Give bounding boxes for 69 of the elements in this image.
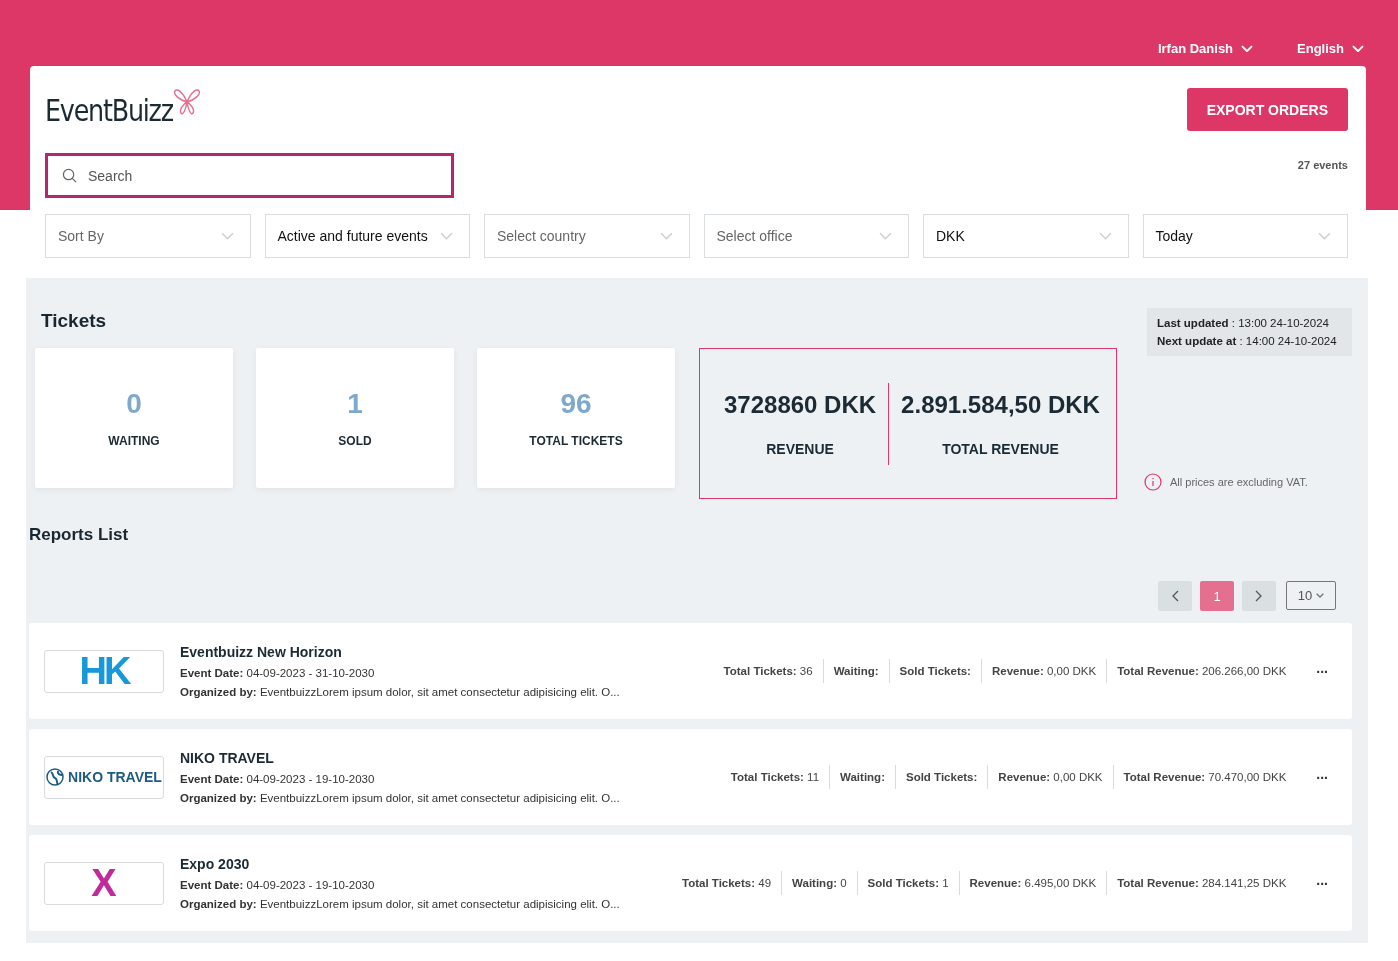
organizer-logo: X xyxy=(44,861,164,905)
eventbuizz-logo: EventBuizz xyxy=(45,88,201,128)
event-stat: Sold Tickets: xyxy=(888,659,981,683)
filter-dropdown[interactable]: Select country xyxy=(484,214,690,258)
event-name: Eventbuizz New Horizon xyxy=(180,644,343,660)
event-date: Event Date: 04-09-2023 - 31-10-2030 xyxy=(180,667,376,679)
chevron-down-icon xyxy=(1241,44,1254,53)
stat-card: 96 TOTAL TICKETS xyxy=(477,348,675,488)
event-stat: Waiting: 0 xyxy=(781,871,857,895)
event-stat: Total Tickets: 11 xyxy=(729,770,821,785)
event-stat: Total Tickets: 49 xyxy=(681,876,773,891)
revenue-value: 2.891.584,50 DKK xyxy=(901,390,1100,419)
filter-dropdown[interactable]: Sort By xyxy=(45,214,251,258)
language-menu[interactable]: English xyxy=(1297,41,1364,56)
revenue-label: REVENUE xyxy=(766,440,834,457)
event-stat: Waiting: xyxy=(822,659,889,683)
next-page-button[interactable] xyxy=(1242,581,1276,611)
revenue-label: TOTAL REVENUE xyxy=(942,440,1059,457)
event-stat: Sold Tickets: 1 xyxy=(856,871,959,895)
previous-page-button[interactable] xyxy=(1158,581,1192,611)
stat-card: 1 SOLD xyxy=(256,348,454,488)
user-menu[interactable]: Irfan Danish xyxy=(1157,41,1254,56)
chevron-left-icon xyxy=(1171,590,1179,602)
event-stat: Revenue: 0,00 DKK xyxy=(980,659,1107,683)
event-stat: Total Revenue: 206.266,00 DKK xyxy=(1106,659,1297,683)
chevron-down-icon xyxy=(659,232,673,240)
event-organizer: Organized by: EventbuizzLorem ipsum dolor, sit amet consectetur adipisicing elit. O... xyxy=(180,792,620,804)
event-stat: Waiting: xyxy=(829,765,895,789)
event-date: Event Date: 04-09-2023 - 19-10-2030 xyxy=(180,879,376,891)
filter-dropdown[interactable]: Active and future events xyxy=(264,214,470,258)
more-button[interactable]: ... xyxy=(1312,766,1332,788)
chevron-right-icon xyxy=(1255,590,1263,602)
chevron-down-icon xyxy=(1316,593,1325,598)
chevron-down-icon xyxy=(1318,232,1331,240)
event-stat: Total Revenue: 284.141,25 DKK xyxy=(1106,871,1297,895)
event-organizer: Organized by: EventbuizzLorem ipsum dolor, sit amet consectetur adipisicing elit. O... xyxy=(180,898,620,910)
info-icon xyxy=(1144,473,1162,491)
chevron-down-icon xyxy=(1352,44,1364,53)
more-button[interactable]: ... xyxy=(1312,660,1332,682)
event-stat: Revenue: 6.495,00 DKK xyxy=(958,871,1107,895)
stat-card: 0 WAITING xyxy=(35,348,233,488)
filter-dropdown[interactable]: DKK xyxy=(923,214,1129,258)
filter-dropdown[interactable]: Select office xyxy=(703,214,909,258)
filter-dropdown[interactable]: Today xyxy=(1142,214,1348,258)
event-stat: Total Revenue: 70.470,00 DKK xyxy=(1112,765,1297,789)
event-name: Expo 2030 xyxy=(180,856,251,872)
chevron-down-icon xyxy=(220,232,234,240)
revenue-value: 3728860 DKK xyxy=(724,390,877,419)
event-organizer: Organized by: EventbuizzLorem ipsum dolor, sit amet consectetur adipisicing elit. O... xyxy=(180,686,620,698)
event-count: 27 events xyxy=(1297,158,1348,171)
chevron-down-icon xyxy=(440,232,453,240)
export-orders-button[interactable]: EXPORT ORDERS xyxy=(1186,88,1348,131)
vat-note: All prices are excluding VAT. xyxy=(1170,476,1308,488)
tickets-heading: Tickets xyxy=(41,310,108,332)
event-stat: Revenue: 0,00 DKK xyxy=(987,765,1113,789)
update-info: Last updated : 13:00 24-10-2024 Next update at : 14:00 24-10-2024 xyxy=(1147,308,1352,356)
event-name: NIKO TRAVEL xyxy=(180,750,275,766)
search-field[interactable]: Search xyxy=(45,153,454,198)
organizer-logo: HK xyxy=(44,649,164,693)
chevron-down-icon xyxy=(1098,232,1112,240)
event-stat: Sold Tickets: xyxy=(894,765,988,789)
page-size-select[interactable]: 10 xyxy=(1286,581,1336,610)
reports-heading: Reports List xyxy=(29,525,130,545)
event-date: Event Date: 04-09-2023 - 19-10-2030 xyxy=(180,773,376,785)
chevron-down-icon xyxy=(879,232,892,240)
globe-icon xyxy=(46,768,65,786)
more-button[interactable]: ... xyxy=(1312,872,1332,894)
organizer-logo: NIKO TRAVEL xyxy=(44,755,164,799)
event-stat: Total Tickets: 36 xyxy=(722,664,814,679)
